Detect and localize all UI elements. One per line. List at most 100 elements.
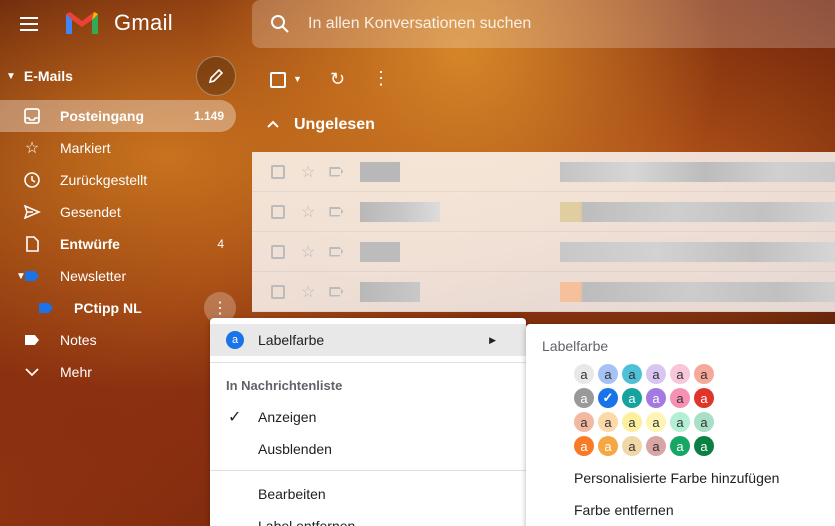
menu-item-hide[interactable]: Ausblenden xyxy=(210,433,526,465)
color-swatch[interactable]: a xyxy=(646,436,666,456)
app-name: Gmail xyxy=(114,10,173,35)
sidebar-item-notes[interactable]: Notes xyxy=(0,324,236,356)
blurred-sender xyxy=(360,202,440,222)
divider xyxy=(210,470,526,471)
label-icon xyxy=(36,298,56,318)
color-swatch[interactable]: a xyxy=(694,436,714,456)
label-icon xyxy=(22,330,42,350)
sidebar-item-inbox[interactable]: Posteingang 1.149 xyxy=(0,100,236,132)
unread-count: 1.149 xyxy=(193,109,224,123)
sidebar-item-snoozed[interactable]: Zurückgestellt xyxy=(0,164,236,196)
row-checkbox[interactable] xyxy=(271,204,285,219)
table-row[interactable]: ☆ xyxy=(252,192,835,232)
blurred-sender xyxy=(360,162,400,182)
swatch-row: aaaaaa xyxy=(574,436,718,460)
compose-button[interactable] xyxy=(196,56,236,96)
search-input[interactable]: In allen Konversationen suchen xyxy=(308,15,531,33)
important-icon[interactable] xyxy=(329,206,344,217)
sidebar-item-sent[interactable]: Gesendet xyxy=(0,196,236,228)
color-swatch[interactable]: a xyxy=(622,364,642,384)
color-swatch[interactable]: a xyxy=(694,364,714,384)
add-custom-color-button[interactable]: Personalisierte Farbe hinzufügen xyxy=(574,470,779,486)
color-swatch[interactable]: a xyxy=(670,364,690,384)
color-swatch[interactable]: a xyxy=(622,436,642,456)
important-icon[interactable] xyxy=(329,246,344,257)
table-row[interactable]: ☆ xyxy=(252,272,835,312)
sidebar-item-newsletter[interactable]: ▼ Newsletter xyxy=(0,260,236,292)
unread-section-header[interactable]: Ungelesen xyxy=(266,116,375,134)
color-swatch[interactable]: a xyxy=(574,388,594,408)
menu-item-show[interactable]: ✓ Anzeigen xyxy=(210,401,526,433)
divider xyxy=(210,362,526,363)
color-swatch[interactable]: a xyxy=(646,388,666,408)
chevron-down-icon xyxy=(22,362,42,382)
gmail-m-icon xyxy=(64,10,100,36)
star-icon[interactable]: ☆ xyxy=(301,162,315,182)
sidebar-item-starred[interactable]: ☆ Markiert xyxy=(0,132,236,164)
table-row[interactable]: ☆ xyxy=(252,152,835,192)
row-checkbox[interactable] xyxy=(271,284,285,299)
color-swatch[interactable]: a xyxy=(670,388,690,408)
row-checkbox[interactable] xyxy=(271,164,285,179)
sidebar-item-label: Zurückgestellt xyxy=(60,172,148,188)
sidebar-item-pctipp-nl[interactable]: PCtipp NL xyxy=(0,292,236,324)
table-row[interactable]: ☆ xyxy=(252,232,835,272)
inbox-icon xyxy=(22,106,42,126)
remove-color-button[interactable]: Farbe entfernen xyxy=(574,502,674,518)
label-color-badge: a xyxy=(226,331,244,349)
send-icon xyxy=(22,202,42,222)
menu-item-label: Anzeigen xyxy=(258,409,317,425)
menu-bar xyxy=(20,17,38,19)
clock-icon xyxy=(22,170,42,190)
main-menu-button[interactable] xyxy=(20,14,44,34)
color-swatch[interactable]: a xyxy=(646,412,666,432)
color-swatch[interactable]: a xyxy=(670,436,690,456)
menu-item-label-color[interactable]: a Labelfarbe ▶ xyxy=(210,324,526,356)
swatch-row: aaaaaa xyxy=(574,364,718,388)
chevron-right-icon: ▶ xyxy=(489,334,496,345)
star-icon[interactable]: ☆ xyxy=(301,202,315,222)
sidebar-item-more[interactable]: Mehr xyxy=(0,356,236,388)
menu-bar xyxy=(20,23,38,25)
caret-down-icon: ▼ xyxy=(6,70,16,82)
color-swatch[interactable]: a xyxy=(574,412,594,432)
caret-down-icon[interactable]: ▼ xyxy=(16,271,26,282)
color-swatch[interactable]: a xyxy=(574,364,594,384)
important-icon[interactable] xyxy=(329,166,344,177)
refresh-icon[interactable]: ↻ xyxy=(330,69,345,90)
menu-item-remove-label[interactable]: Label entfernen xyxy=(210,510,526,526)
menu-bar xyxy=(20,29,38,31)
more-options-icon[interactable]: ⋮ xyxy=(372,68,390,89)
color-swatch[interactable]: a xyxy=(670,412,690,432)
color-swatch[interactable]: a xyxy=(598,412,618,432)
star-icon[interactable]: ☆ xyxy=(301,242,315,262)
section-title: Ungelesen xyxy=(294,116,375,133)
gmail-logo[interactable]: Gmail xyxy=(64,10,173,36)
star-icon[interactable]: ☆ xyxy=(301,282,315,302)
color-swatch[interactable]: a xyxy=(622,388,642,408)
color-swatch[interactable]: a xyxy=(646,364,666,384)
menu-item-edit[interactable]: Bearbeiten xyxy=(210,478,526,510)
select-all-checkbox[interactable] xyxy=(270,72,286,88)
draft-icon xyxy=(22,234,42,254)
color-swatch[interactable]: a xyxy=(598,436,618,456)
color-swatch[interactable]: a xyxy=(574,436,594,456)
star-icon: ☆ xyxy=(24,140,40,157)
blurred-subject xyxy=(560,202,835,222)
color-swatch[interactable]: a xyxy=(694,388,714,408)
color-swatch[interactable]: a xyxy=(598,364,618,384)
swatch-row: a ✓ a a a a xyxy=(574,388,718,412)
blurred-subject xyxy=(560,282,835,302)
color-swatch[interactable]: a xyxy=(694,412,714,432)
search-icon[interactable] xyxy=(270,14,290,34)
color-swatch-selected[interactable]: ✓ xyxy=(598,388,618,408)
sidebar-item-label: Entwürfe xyxy=(60,236,120,252)
search-bar[interactable]: In allen Konversationen suchen xyxy=(252,0,835,48)
submenu-title: Labelfarbe xyxy=(542,338,609,354)
color-swatch[interactable]: a xyxy=(622,412,642,432)
select-dropdown-icon[interactable]: ▼ xyxy=(293,74,302,84)
sidebar-item-drafts[interactable]: Entwürfe 4 xyxy=(0,228,236,260)
row-checkbox[interactable] xyxy=(271,244,285,259)
important-icon[interactable] xyxy=(329,286,344,297)
menu-item-label: Label entfernen xyxy=(258,518,356,526)
